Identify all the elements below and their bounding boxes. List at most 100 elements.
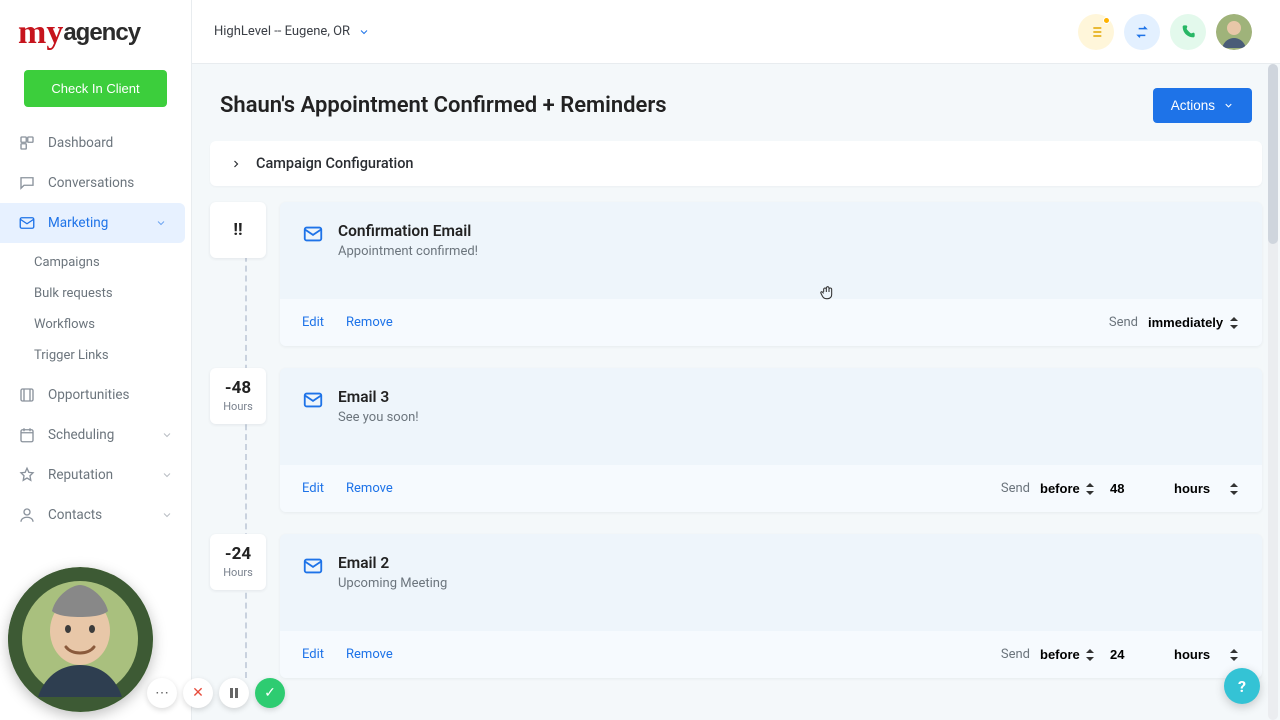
send-label: Send	[1001, 647, 1030, 662]
sidebar-item-dashboard[interactable]: Dashboard	[0, 123, 191, 163]
recorder-finish-button[interactable]: ✓	[255, 678, 285, 708]
swap-icon	[1134, 24, 1150, 40]
sidebar-item-conversations[interactable]: Conversations	[0, 163, 191, 203]
step-card[interactable]: Confirmation Email Appointment confirmed!…	[280, 202, 1262, 346]
edit-link[interactable]: Edit	[302, 315, 324, 330]
step-time-badge: -48Hours	[210, 368, 266, 424]
marketing-subnav: Campaigns Bulk requests Workflows Trigge…	[0, 243, 191, 375]
topbar: HighLevel -- Eugene, OR	[192, 0, 1280, 64]
sidebar-item-label: Scheduling	[48, 427, 161, 443]
chevron-down-icon	[161, 429, 173, 441]
screen-recorder-widget: ⋯ ✕ ✓	[8, 567, 285, 712]
notification-dot-icon	[1103, 17, 1110, 24]
sidebar-item-marketing[interactable]: Marketing	[0, 203, 185, 243]
send-amount-input[interactable]	[1110, 647, 1158, 662]
pause-icon	[228, 687, 240, 699]
brand-logo: myagency	[0, 0, 191, 58]
time-value: -48	[225, 380, 251, 397]
help-fab[interactable]: ?	[1224, 668, 1260, 704]
opportunities-icon	[18, 386, 36, 404]
sidebar-item-reputation[interactable]: Reputation	[0, 455, 191, 495]
location-switcher[interactable]: HighLevel -- Eugene, OR	[214, 24, 370, 39]
remove-link[interactable]: Remove	[346, 481, 393, 496]
step-time-badge: !!	[210, 202, 266, 258]
campaign-step: !!Confirmation EmailAppointment confirme…	[280, 202, 1262, 346]
remove-link[interactable]: Remove	[346, 315, 393, 330]
list-icon	[1088, 24, 1104, 40]
calendar-icon	[18, 426, 36, 444]
check-in-client-button[interactable]: Check In Client	[24, 70, 167, 107]
phone-icon	[1180, 24, 1196, 40]
call-button[interactable]	[1170, 14, 1206, 50]
switch-button[interactable]	[1124, 14, 1160, 50]
location-label: HighLevel -- Eugene, OR	[214, 24, 350, 39]
chevron-down-icon	[161, 509, 173, 521]
avatar-image	[1216, 14, 1252, 50]
actions-button[interactable]: Actions	[1153, 88, 1252, 123]
brand-part2: agency	[63, 19, 140, 46]
step-title: Confirmation Email	[338, 222, 478, 240]
send-label: Send	[1109, 315, 1138, 330]
star-icon	[18, 466, 36, 484]
step-title: Email 3	[338, 388, 419, 406]
tasks-button[interactable]	[1078, 14, 1114, 50]
step-card[interactable]: Email 2 Upcoming Meeting Edit Remove Sendbef…	[280, 534, 1262, 678]
step-subject: See you soon!	[338, 410, 419, 425]
sidebar-item-label: Opportunities	[48, 387, 173, 403]
user-icon	[18, 506, 36, 524]
sidebar-item-scheduling[interactable]: Scheduling	[0, 415, 191, 455]
recorder-more-button[interactable]: ⋯	[147, 678, 177, 708]
step-subject: Appointment confirmed!	[338, 244, 478, 259]
page-title: Shaun's Appointment Confirmed + Reminder…	[220, 93, 667, 118]
sidebar-item-opportunities[interactable]: Opportunities	[0, 375, 191, 415]
remove-link[interactable]: Remove	[346, 647, 393, 662]
edit-link[interactable]: Edit	[302, 481, 324, 496]
sidebar-item-label: Dashboard	[48, 135, 173, 151]
subnav-campaigns[interactable]: Campaigns	[26, 247, 191, 278]
campaign-configuration-toggle[interactable]: Campaign Configuration	[210, 141, 1262, 186]
mail-icon	[302, 555, 324, 577]
profile-avatar[interactable]	[1216, 14, 1252, 50]
send-unit-select[interactable]: hoursminutesdays	[1172, 645, 1240, 664]
send-unit-select[interactable]: hoursminutesdays	[1172, 479, 1240, 498]
recorder-pause-button[interactable]	[219, 678, 249, 708]
sidebar-item-label: Reputation	[48, 467, 161, 483]
chat-icon	[18, 174, 36, 192]
config-label: Campaign Configuration	[256, 155, 414, 172]
actions-label: Actions	[1171, 98, 1215, 113]
time-value: !!	[233, 222, 242, 239]
send-relative-select[interactable]: beforeafter	[1038, 479, 1096, 498]
step-card[interactable]: Email 3 See you soon! Edit Remove Send before…	[280, 368, 1262, 512]
chevron-right-icon	[230, 158, 242, 170]
chevron-down-icon	[358, 26, 370, 38]
help-icon: ?	[1238, 677, 1246, 696]
mail-icon	[302, 389, 324, 411]
sidebar-item-label: Marketing	[48, 215, 155, 231]
mail-icon	[18, 214, 36, 232]
page-content: Shaun's Appointment Confirmed + Reminder…	[192, 64, 1280, 720]
recorder-cancel-button[interactable]: ✕	[183, 678, 213, 708]
more-icon: ⋯	[155, 685, 169, 701]
subnav-bulk-requests[interactable]: Bulk requests	[26, 278, 191, 309]
send-relative-select[interactable]: beforeafter	[1038, 645, 1096, 664]
edit-link[interactable]: Edit	[302, 647, 324, 662]
chevron-down-icon	[1223, 100, 1234, 111]
scrollbar-thumb[interactable]	[1268, 64, 1278, 244]
chevron-down-icon	[161, 469, 173, 481]
check-icon: ✓	[264, 685, 276, 701]
time-value: -24	[225, 546, 251, 563]
campaign-step: -24HoursEmail 2Upcoming MeetingEditRemov…	[280, 534, 1262, 678]
sidebar-item-contacts[interactable]: Contacts	[0, 495, 191, 535]
send-when-select[interactable]: immediatelybeforeafter	[1146, 313, 1240, 332]
subnav-trigger-links[interactable]: Trigger Links	[26, 340, 191, 371]
step-title: Email 2	[338, 554, 447, 572]
brand-part1: my	[18, 14, 63, 51]
send-label: Send	[1001, 481, 1030, 496]
mail-icon	[302, 223, 324, 245]
subnav-workflows[interactable]: Workflows	[26, 309, 191, 340]
presenter-video-bubble[interactable]	[8, 567, 153, 712]
campaign-step: -48HoursEmail 3See you soon!EditRemoveSe…	[280, 368, 1262, 512]
dashboard-icon	[18, 134, 36, 152]
send-amount-input[interactable]	[1110, 481, 1158, 496]
step-subject: Upcoming Meeting	[338, 576, 447, 591]
